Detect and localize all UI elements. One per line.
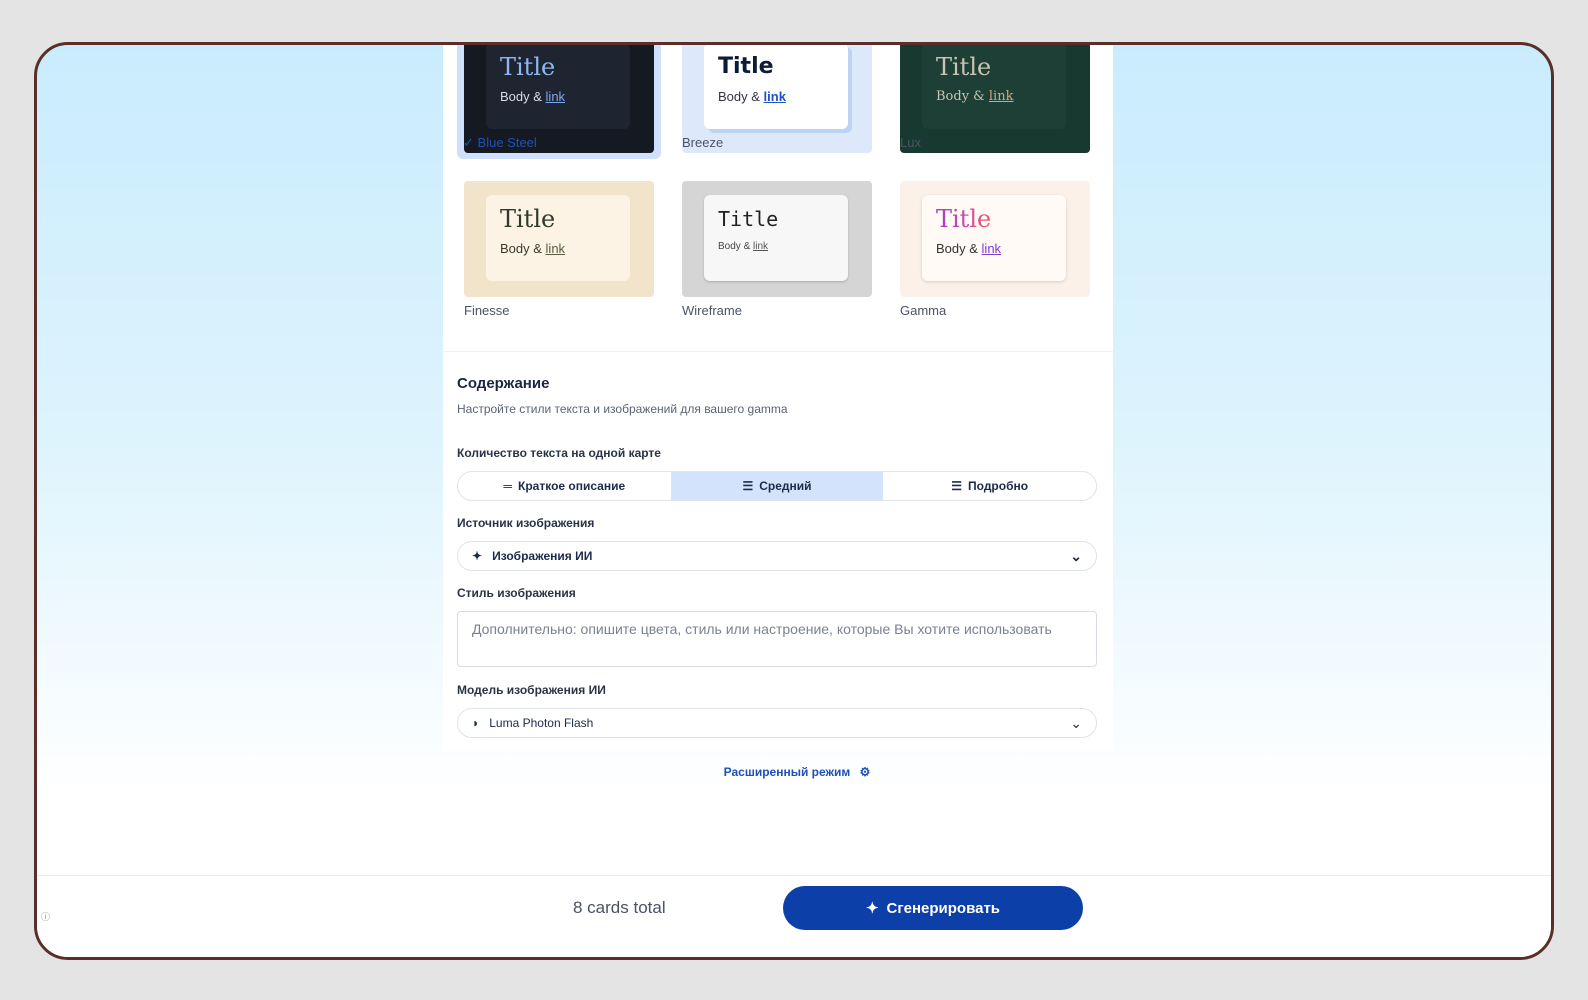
preview-body: Body & link xyxy=(936,241,1002,256)
theme-preview: Title Body & link xyxy=(922,195,1066,281)
preview-title: Title xyxy=(936,53,992,81)
preview-body: Body & link xyxy=(718,241,769,252)
preview-body: Body & link xyxy=(718,89,786,104)
section-subtitle: Настройте стили текста и изображений для… xyxy=(457,402,788,416)
content-section: Содержание Настройте стили текста и изоб… xyxy=(457,375,1099,416)
theme-preview: Title Body & link xyxy=(704,45,848,129)
preview-title: Title xyxy=(718,54,774,79)
image-source-value: Изображения ИИ xyxy=(492,549,593,563)
theme-thumbnail: Title Body & link xyxy=(682,181,872,297)
preview-title: Title xyxy=(500,53,556,81)
theme-preview: Title Body & link xyxy=(486,45,630,129)
app-window: Title Body & link ✓ Blue Steel Title Bod… xyxy=(34,42,1554,960)
preview-body: Body & link xyxy=(500,89,566,104)
theme-card-wireframe[interactable]: Title Body & link Wireframe xyxy=(675,181,872,341)
check-icon: ✓ xyxy=(463,135,474,150)
chevron-down-icon: ⌄ xyxy=(1070,547,1082,564)
image-model-label: Модель изображения ИИ xyxy=(457,683,606,697)
image-model-select[interactable]: ◗ Luma Photon Flash ⌄ xyxy=(457,708,1097,738)
theme-name: Gamma xyxy=(900,303,947,318)
theme-name: Finesse xyxy=(464,303,510,318)
theme-preview: Title Body & link xyxy=(704,195,848,281)
advanced-mode-link[interactable]: Расширенный режим ⚙ xyxy=(37,765,1551,779)
theme-preview: Title Body & link xyxy=(922,45,1066,129)
preview-body: Body & link xyxy=(936,89,1014,104)
theme-name: Lux xyxy=(900,135,921,150)
theme-card-finesse[interactable]: Title Body & link Finesse xyxy=(457,181,654,341)
text-amount-selector: ═ Краткое описание ☰ Средний ☰ Подробно xyxy=(457,471,1097,501)
section-title: Содержание xyxy=(457,375,550,392)
gear-icon: ⚙ xyxy=(859,765,871,779)
option-brief[interactable]: ═ Краткое описание xyxy=(458,472,671,500)
theme-grid: Title Body & link ✓ Blue Steel Title Bod… xyxy=(451,45,1101,365)
generate-button[interactable]: ✦ Сгенерировать xyxy=(783,886,1083,930)
preview-title: Title xyxy=(936,205,992,233)
image-source-select[interactable]: ✦ Изображения ИИ ⌄ xyxy=(457,541,1097,571)
luma-logo-icon: ◗ xyxy=(472,716,480,730)
footer-bar: ⓘ 8 cards total ✦ Сгенерировать xyxy=(37,875,1551,957)
lines-medium-icon: ☰ xyxy=(742,479,754,493)
sparkle-icon: ✦ xyxy=(472,549,483,563)
preview-title: Title xyxy=(500,205,556,233)
preview-title: Title xyxy=(718,207,779,231)
theme-thumbnail: Title Body & link xyxy=(900,181,1090,297)
chevron-down-icon: ⌄ xyxy=(1070,714,1082,731)
image-style-input[interactable]: Дополнительно: опишите цвета, стиль или … xyxy=(457,611,1097,667)
theme-card-gamma[interactable]: Title Body & link Gamma xyxy=(893,181,1090,341)
divider xyxy=(443,351,1113,352)
theme-name: Breeze xyxy=(682,135,724,150)
sparkles-icon: ✦ xyxy=(865,900,879,917)
theme-preview: Title Body & link xyxy=(486,195,630,281)
cards-total: 8 cards total xyxy=(573,898,666,917)
theme-name: Wireframe xyxy=(682,303,742,318)
theme-name: ✓ Blue Steel xyxy=(463,135,537,150)
image-style-label: Стиль изображения xyxy=(457,586,576,600)
lines-short-icon: ═ xyxy=(503,479,513,493)
theme-thumbnail: Title Body & link xyxy=(900,45,1090,153)
image-source-label: Источник изображения xyxy=(457,516,595,530)
option-detailed[interactable]: ☰ Подробно xyxy=(883,472,1096,500)
image-model-value: Luma Photon Flash xyxy=(489,716,594,730)
text-amount-label: Количество текста на одной карте xyxy=(457,446,661,460)
theme-thumbnail: Title Body & link xyxy=(464,181,654,297)
option-medium[interactable]: ☰ Средний xyxy=(670,472,884,500)
lines-detailed-icon: ☰ xyxy=(951,479,963,493)
info-icon[interactable]: ⓘ xyxy=(41,910,50,923)
preview-body: Body & link xyxy=(500,241,566,256)
